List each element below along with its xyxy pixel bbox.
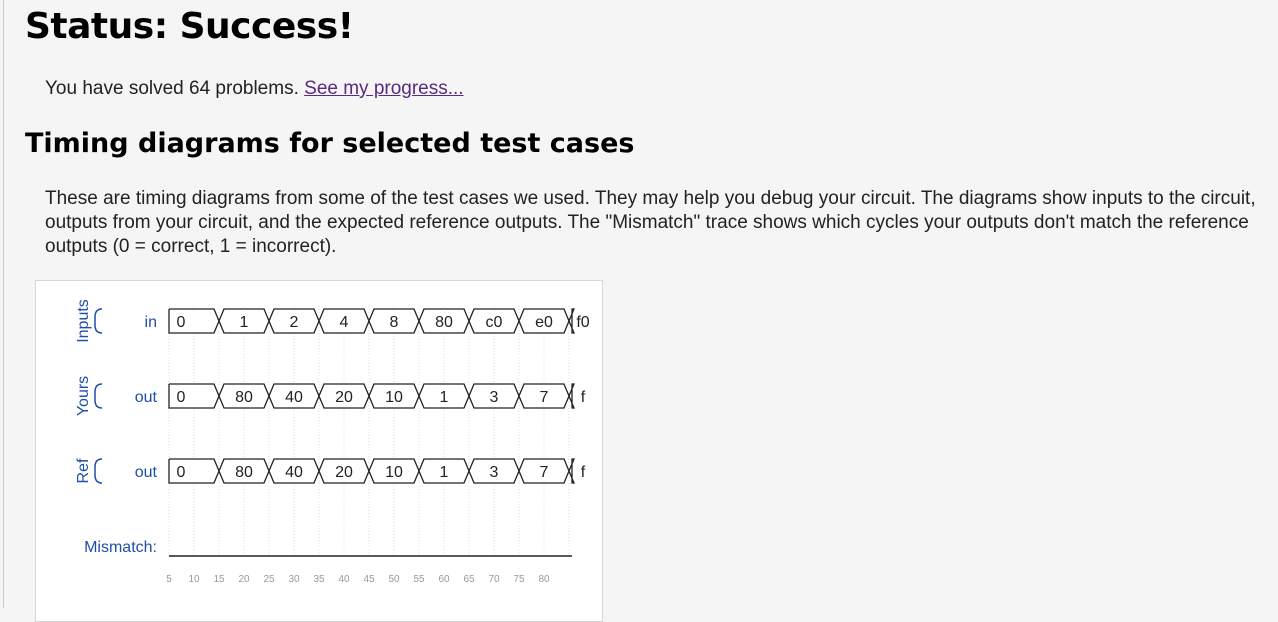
signal-name-out: out: [135, 464, 158, 481]
timing-description: These are timing diagrams from some of t…: [45, 188, 1256, 257]
mismatch-label: Mismatch:: [84, 539, 157, 556]
bus-value: 7: [540, 389, 549, 406]
x-tick-label: 55: [413, 574, 425, 585]
bus-value: 1: [440, 389, 449, 406]
bus-value: 3: [490, 389, 499, 406]
see-progress-link[interactable]: See my progress...: [304, 78, 463, 99]
x-tick-label: 75: [513, 574, 525, 585]
group-label-yours: Yours: [75, 376, 92, 416]
x-tick-label: 5: [166, 574, 172, 585]
bus-value: 40: [285, 464, 303, 481]
x-tick-label: 35: [313, 574, 325, 585]
x-tick-label: 50: [388, 574, 400, 585]
bus-value: 0: [177, 314, 186, 331]
group-bracket: [94, 383, 103, 409]
bus-value: f: [581, 464, 586, 481]
bus-value: 0: [177, 389, 186, 406]
bus-value: c0: [486, 314, 503, 331]
signal-name-out: out: [135, 389, 158, 406]
x-tick-label: 60: [438, 574, 450, 585]
bus-value: 2: [290, 314, 299, 331]
left-border: [3, 0, 4, 608]
x-tick-label: 10: [188, 574, 200, 585]
section-heading: Timing diagrams for selected test cases: [25, 128, 635, 159]
bus-value: e0: [535, 314, 553, 331]
bus-value: 4: [340, 314, 349, 331]
bus-value: 40: [285, 389, 303, 406]
group-bracket: [94, 308, 103, 334]
bus-value: 80: [235, 389, 253, 406]
group-label-ref: Ref: [75, 458, 92, 483]
bus-value: 1: [240, 314, 249, 331]
bus-value: 10: [385, 464, 403, 481]
bus-value: 0: [177, 464, 186, 481]
solved-count-text: You have solved 64 problems.: [45, 78, 299, 99]
x-tick-label: 15: [213, 574, 225, 585]
bus-value: f0: [576, 314, 589, 331]
x-tick-label: 80: [538, 574, 550, 585]
group-bracket: [94, 458, 103, 484]
bus-value: 80: [435, 314, 453, 331]
x-tick-label: 70: [488, 574, 500, 585]
x-tick-label: 65: [463, 574, 475, 585]
bus-value: 20: [335, 464, 353, 481]
bus-value: 3: [490, 464, 499, 481]
bus-segment: [568, 458, 575, 484]
x-tick-label: 20: [238, 574, 250, 585]
x-tick-label: 30: [288, 574, 300, 585]
bus-value: 80: [235, 464, 253, 481]
bus-value: 1: [440, 464, 449, 481]
bus-value: 7: [540, 464, 549, 481]
bus-segment: [568, 308, 575, 334]
signal-name-in: in: [145, 314, 157, 331]
timing-diagram-panel: Inputs in 0 1 2 4 8 80 c0 e0 f0 Yours out 0 80 40 20 10 1 3…: [35, 280, 603, 622]
group-label-inputs: Inputs: [75, 299, 92, 343]
status-heading: Status: Success!: [25, 6, 354, 47]
x-tick-label: 40: [338, 574, 350, 585]
x-tick-label: 25: [263, 574, 275, 585]
bus-value: 10: [385, 389, 403, 406]
timing-diagram: Inputs in 0 1 2 4 8 80 c0 e0 f0Yours out 0 80 40 20 10 1 3…: [75, 299, 590, 585]
x-tick-label: 45: [363, 574, 375, 585]
bus-segment: [568, 383, 575, 409]
bus-value: 20: [335, 389, 353, 406]
bus-value: f: [581, 389, 586, 406]
bus-value: 8: [390, 314, 399, 331]
solved-summary: You have solved 64 problems. See my prog…: [45, 78, 464, 100]
